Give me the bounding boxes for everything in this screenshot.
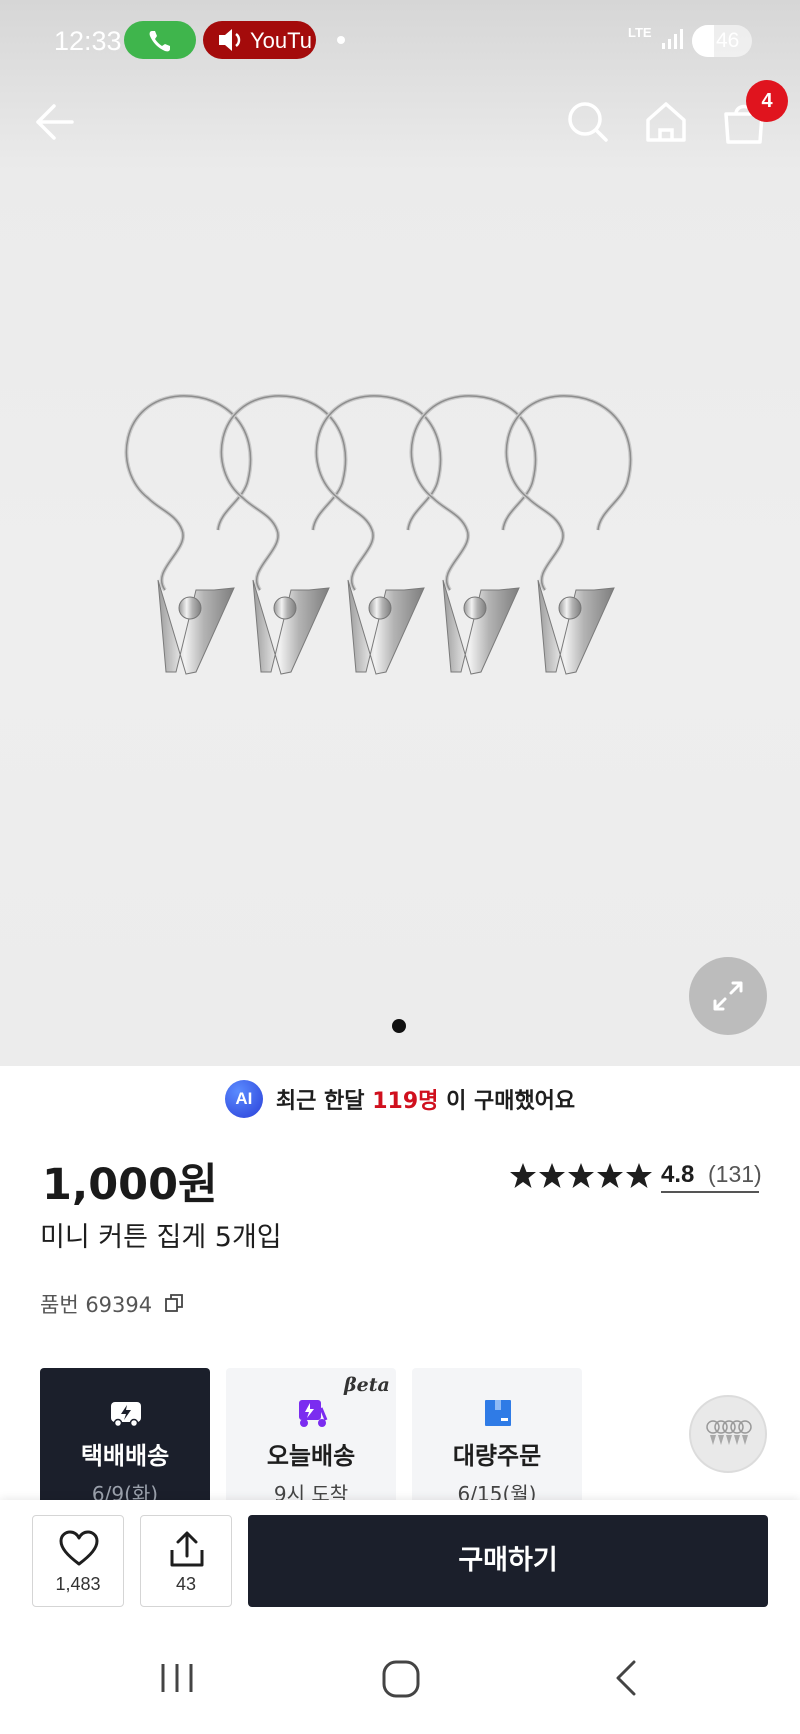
product-image-gallery[interactable] (0, 0, 800, 1066)
expand-image-button[interactable] (689, 957, 767, 1035)
media-playing-indicator[interactable]: YouTu (203, 21, 316, 59)
rating-stars (510, 1163, 652, 1188)
signal-icon (662, 29, 683, 49)
home-icon[interactable] (638, 94, 694, 150)
wishlist-count: 1,483 (55, 1574, 101, 1594)
product-thumbnail-button[interactable] (689, 1395, 767, 1473)
scooter-icon (299, 1400, 328, 1427)
expand-icon (713, 981, 743, 1011)
star-icon (597, 1163, 623, 1188)
buy-button[interactable]: 구매하기 (248, 1515, 768, 1607)
media-app-label: YouTu (250, 28, 312, 53)
ongoing-call-indicator[interactable] (124, 21, 196, 59)
delivery-option-label: 대량주문 (452, 1442, 542, 1470)
back-arrow-icon[interactable] (28, 94, 84, 150)
delivery-option-parcel[interactable]: 택배배송 6/9(화) (40, 1368, 210, 1508)
product-title: 미니 커튼 집게 5개입 (40, 1222, 282, 1253)
star-icon (626, 1163, 652, 1188)
recent-apps-icon[interactable] (155, 1658, 201, 1698)
rating-value[interactable]: 4.8 (661, 1161, 694, 1189)
copy-icon[interactable] (163, 1292, 185, 1314)
star-icon (539, 1163, 565, 1188)
heart-icon (59, 1530, 99, 1566)
beta-badge: βeta (344, 1374, 390, 1396)
product-sku: 품번 69394 (40, 1293, 153, 1317)
battery-indicator: 46 (692, 25, 752, 57)
cart-count-badge: 4 (746, 80, 788, 122)
rating-underline (661, 1191, 759, 1193)
curtain-clip-thumbnail (706, 1420, 752, 1445)
notification-dot (337, 36, 345, 44)
delivery-truck-icon (111, 1402, 141, 1428)
wishlist-button[interactable]: 1,483 (32, 1515, 124, 1607)
purchase-note-suffix: 이 구매했어요 (446, 1089, 576, 1114)
speaker-icon (219, 29, 241, 51)
system-back-icon[interactable] (608, 1658, 648, 1698)
gallery-page-indicator (392, 1019, 406, 1033)
phone-icon (149, 31, 170, 52)
delivery-option-label: 오늘배송 (266, 1442, 356, 1470)
delivery-option-today[interactable]: βeta 오늘배송 9시 도착 (226, 1368, 396, 1508)
curtain-clip-image (124, 393, 633, 676)
share-icon (170, 1531, 204, 1567)
status-bar: 12:33 YouTu LTE 46 (0, 0, 800, 84)
share-count: 43 (175, 1574, 197, 1594)
system-navigation-bar (0, 1634, 800, 1734)
box-icon (485, 1400, 511, 1426)
star-icon (510, 1163, 536, 1188)
purchase-note-prefix: 최근 한달 (275, 1089, 365, 1114)
purchase-count: 119명 (372, 1089, 439, 1114)
share-button[interactable]: 43 (140, 1515, 232, 1607)
product-detail-screen: 12:33 YouTu LTE 46 4 AI 최근 한달 119명 이 구매했… (0, 0, 800, 1734)
search-icon[interactable] (560, 94, 616, 150)
ai-badge: AI (224, 1080, 263, 1118)
home-button-icon[interactable] (378, 1656, 424, 1702)
network-type: LTE (628, 25, 652, 40)
star-icon (568, 1163, 594, 1188)
status-time: 12:33 (54, 26, 122, 56)
delivery-option-bulk[interactable]: 대량주문 6/15(월) (412, 1368, 582, 1508)
recent-purchase-note: AI 최근 한달 119명 이 구매했어요 (0, 1080, 800, 1124)
review-count-link[interactable]: (131) (708, 1161, 762, 1188)
battery-level: 46 (716, 29, 740, 52)
bottom-action-bar: 1,483 43 구매하기 (0, 1500, 800, 1634)
product-price: 1,000원 (42, 1160, 218, 1210)
delivery-option-label: 택배배송 (80, 1442, 170, 1470)
